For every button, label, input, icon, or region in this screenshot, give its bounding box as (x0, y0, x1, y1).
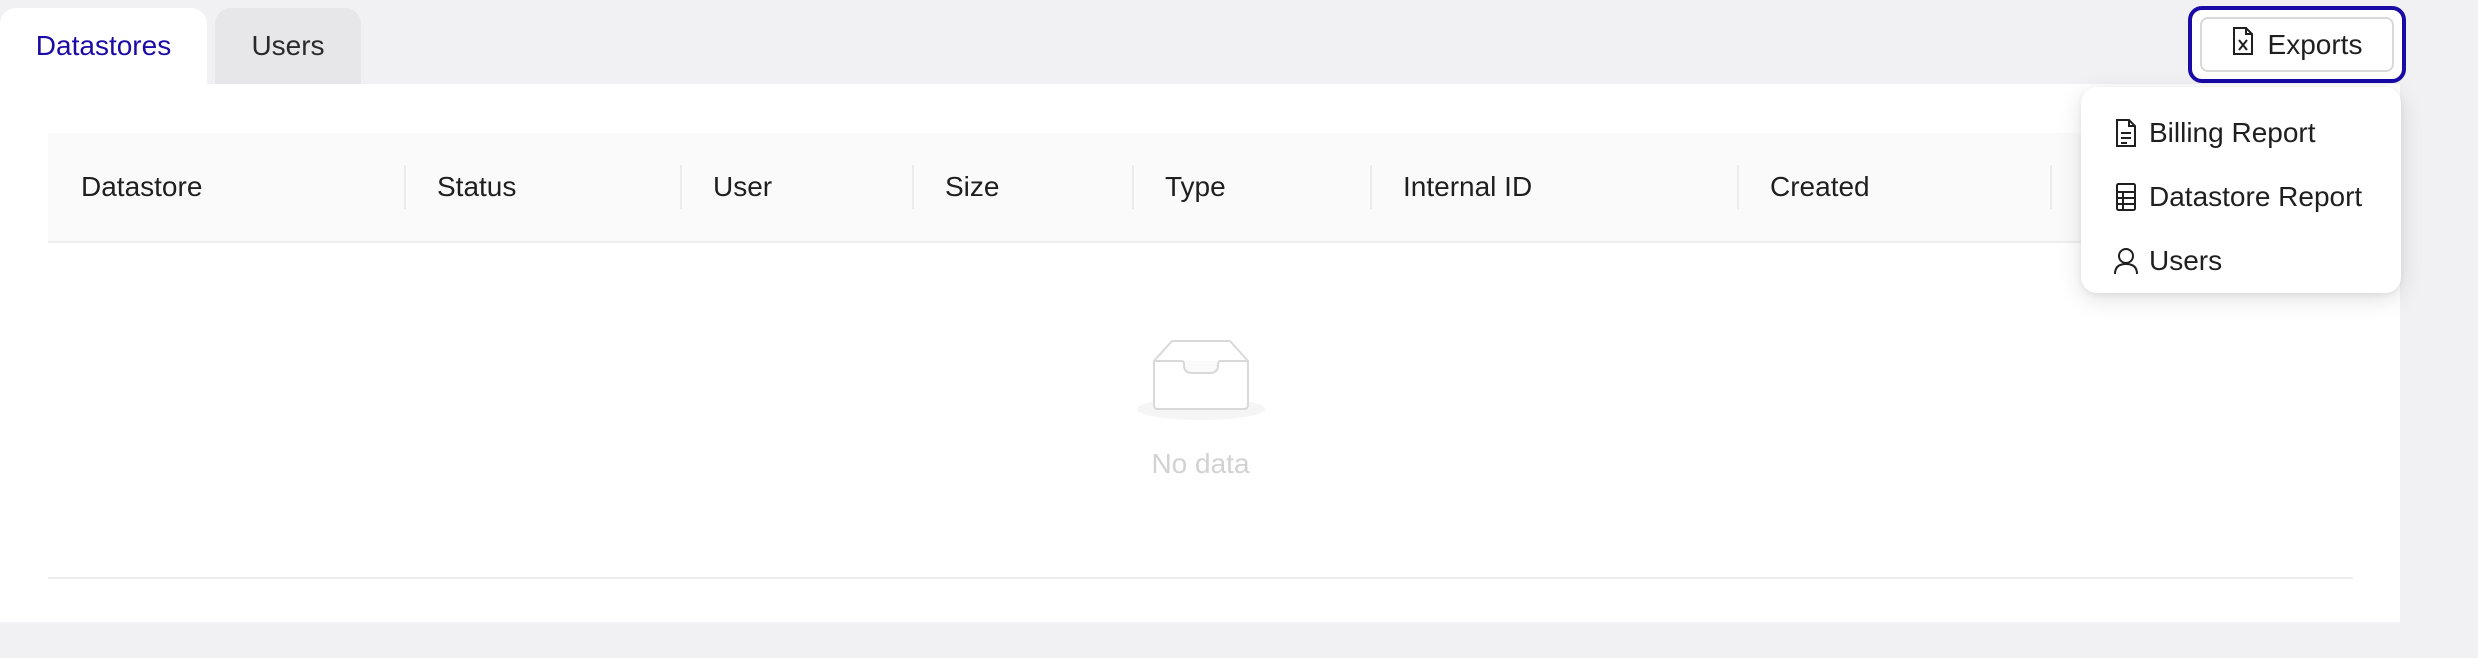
column-header-internal-id[interactable]: Internal ID (1403, 133, 1532, 241)
datastores-panel: Datastore Status User Size Type Internal… (0, 84, 2400, 622)
tab-datastores[interactable]: Datastores (0, 8, 207, 84)
exports-button-inner[interactable]: Exports (2200, 17, 2394, 72)
exports-button[interactable]: Exports (2188, 6, 2406, 83)
column-header-datastore[interactable]: Datastore (81, 133, 202, 241)
column-header-user[interactable]: User (713, 133, 772, 241)
empty-text: No data (1151, 448, 1250, 479)
empty-inbox-icon (1136, 339, 1266, 426)
menu-item-datastore-report[interactable]: Datastore Report (2081, 165, 2401, 229)
menu-item-billing-report[interactable]: Billing Report (2081, 101, 2401, 165)
datastores-table: Datastore Status User Size Type Internal… (48, 133, 2353, 579)
column-divider (1370, 165, 1372, 209)
column-header-status[interactable]: Status (437, 133, 516, 241)
column-divider (404, 165, 406, 209)
table-icon (2113, 182, 2139, 212)
column-divider (680, 165, 682, 209)
table-header: Datastore Status User Size Type Internal… (48, 133, 2353, 243)
menu-item-label: Billing Report (2149, 117, 2316, 148)
menu-item-label: Users (2149, 245, 2223, 276)
file-excel-icon (2232, 27, 2254, 62)
file-text-icon (2113, 118, 2139, 148)
user-icon (2113, 246, 2139, 276)
column-divider (1737, 165, 1739, 209)
empty-state: No data (48, 339, 2353, 480)
exports-label: Exports (2267, 28, 2363, 60)
menu-item-users[interactable]: Users (2081, 229, 2401, 293)
tab-bar: Datastores Users (0, 8, 361, 84)
column-header-type[interactable]: Type (1165, 133, 1226, 241)
column-divider (912, 165, 914, 209)
table-body: No data (48, 243, 2353, 579)
exports-dropdown-menu: Billing Report Datastore Report Users (2081, 87, 2401, 293)
column-divider (1132, 165, 1134, 209)
menu-item-label: Datastore Report (2149, 181, 2363, 212)
tab-users[interactable]: Users (215, 8, 361, 84)
column-header-size[interactable]: Size (945, 133, 999, 241)
column-divider (2050, 165, 2052, 209)
column-header-created[interactable]: Created (1770, 133, 1870, 241)
